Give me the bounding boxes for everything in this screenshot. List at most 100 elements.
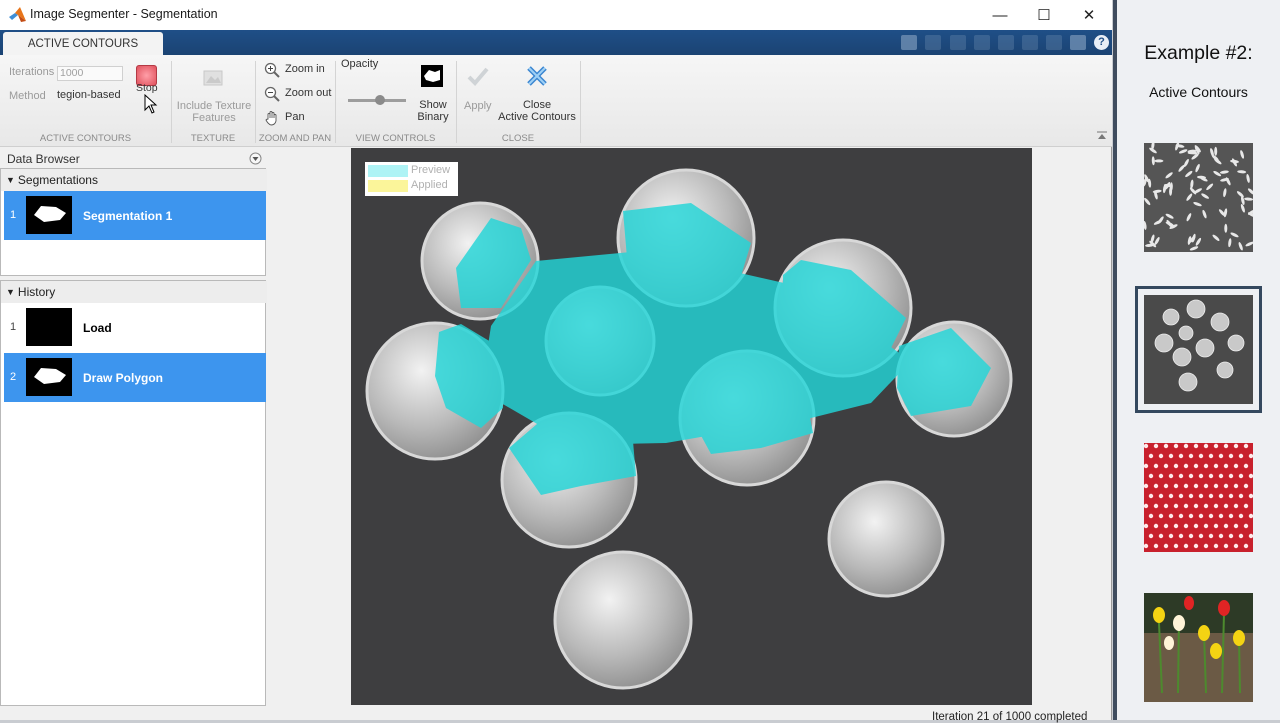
polka-dot: [1243, 503, 1249, 509]
polka-dot: [1183, 443, 1189, 449]
polka-dot: [1153, 463, 1159, 469]
close-window-button[interactable]: ✕: [1066, 0, 1112, 30]
polka-dot: [1148, 453, 1154, 459]
polka-dot: [1144, 543, 1149, 549]
show-binary-button[interactable]: Show Binary: [410, 99, 456, 123]
group-label-zoom-pan: ZOOM AND PAN: [258, 133, 332, 144]
polka-dot: [1193, 463, 1199, 469]
overlay-legend: Preview Applied: [365, 162, 458, 196]
example-subheading: Active Contours: [1149, 84, 1248, 100]
help-icon[interactable]: ?: [1094, 35, 1109, 50]
save-icon[interactable]: [925, 35, 941, 50]
polka-dot: [1228, 473, 1234, 479]
rice-thumbnail[interactable]: [1144, 143, 1253, 252]
polka-dot: [1144, 523, 1149, 529]
method-dropdown[interactable]: tegion-based: [57, 89, 121, 101]
tab-active-contours[interactable]: ACTIVE CONTOURS: [3, 32, 163, 55]
polka-dot: [1203, 523, 1209, 529]
polka-dot: [1238, 513, 1244, 519]
polka-dot: [1173, 543, 1179, 549]
polka-dot: [1163, 463, 1169, 469]
polka-dot: [1233, 523, 1239, 529]
polka-dot: [1233, 503, 1239, 509]
polka-dot: [1248, 473, 1253, 479]
polka-dot: [1188, 493, 1194, 499]
close-active-contours-button[interactable]: Close Active Contours: [494, 99, 580, 123]
image-canvas[interactable]: Preview Applied: [351, 148, 1032, 705]
segmentations-header[interactable]: ▼ Segmentations: [1, 169, 267, 191]
expand-triangle-icon: ▼: [6, 175, 15, 185]
polka-dot: [1193, 503, 1199, 509]
polka-dot: [1213, 523, 1219, 529]
polka-dot: [1183, 483, 1189, 489]
polka-dot: [1153, 523, 1159, 529]
maximize-button[interactable]: ☐: [1021, 0, 1067, 30]
polka-dot: [1188, 453, 1194, 459]
polka-dot: [1228, 513, 1234, 519]
polka-dot: [1238, 453, 1244, 459]
polka-dot: [1153, 443, 1159, 449]
preview-legend-label: Preview: [411, 164, 451, 176]
pan-label: Pan: [285, 111, 305, 123]
polka-dot: [1148, 493, 1154, 499]
image-segmenter-window: Image Segmenter - Segmentation — ☐ ✕ ACT…: [0, 0, 1112, 723]
include-texture-button[interactable]: Include Texture Features: [174, 100, 254, 124]
redo-icon[interactable]: [1046, 35, 1062, 50]
history-label: Draw Polygon: [83, 371, 164, 385]
polka-dot: [1238, 533, 1244, 539]
polka-dot: [1168, 453, 1174, 459]
polka-dot: [1213, 503, 1219, 509]
apply-button[interactable]: Apply: [464, 100, 492, 112]
polka-dot: [1153, 503, 1159, 509]
polka-dot: [1223, 523, 1229, 529]
history-label: Load: [83, 321, 112, 335]
polka-dot: [1213, 443, 1219, 449]
opacity-slider-knob[interactable]: [374, 95, 385, 105]
show-binary-icon: [421, 65, 443, 87]
polka-dot: [1243, 543, 1249, 549]
polka-dot: [1243, 443, 1249, 449]
polka-dot: [1153, 543, 1159, 549]
polka-dot: [1208, 453, 1214, 459]
collapse-ribbon-icon[interactable]: [1097, 130, 1107, 140]
show-binary-label-1: Show: [419, 99, 447, 111]
cut-icon[interactable]: [950, 35, 966, 50]
iterations-input[interactable]: 1000: [57, 66, 123, 81]
close-ac-label-2: Active Contours: [498, 111, 576, 123]
data-browser-menu-icon[interactable]: [249, 152, 262, 165]
polka-dot: [1223, 463, 1229, 469]
paste-icon[interactable]: [998, 35, 1014, 50]
history-item[interactable]: 1 Load: [4, 303, 266, 352]
group-label-view-controls: VIEW CONTROLS: [355, 133, 436, 144]
polka-dot: [1248, 493, 1253, 499]
iterations-label: Iterations: [9, 66, 55, 78]
undo-icon[interactable]: [1022, 35, 1038, 50]
quick-access-icon[interactable]: [901, 35, 917, 50]
polka-dot: [1168, 473, 1174, 479]
minimize-button[interactable]: —: [977, 0, 1023, 30]
row-number: 1: [10, 321, 17, 333]
polka-dot-thumbnail[interactable]: [1144, 443, 1253, 552]
ribbon: Iterations 1000 Method tegion-based Stop…: [0, 55, 1112, 147]
polka-dot: [1208, 513, 1214, 519]
history-header[interactable]: ▼ History: [1, 281, 267, 303]
polka-dot: [1144, 443, 1149, 449]
preview-swatch: [368, 165, 408, 177]
layout-icon[interactable]: [1070, 35, 1086, 50]
segmentation-item[interactable]: 1 Segmentation 1: [4, 191, 266, 240]
coins-thumbnail[interactable]: [1135, 286, 1262, 413]
toolstrip-tabs: ACTIVE CONTOURS: [0, 30, 1112, 55]
history-item[interactable]: 2 Draw Polygon: [4, 353, 266, 402]
copy-icon[interactable]: [974, 35, 990, 50]
polka-dot: [1218, 453, 1224, 459]
polka-dot: [1213, 463, 1219, 469]
polka-dot: [1248, 513, 1253, 519]
tulips-thumbnail[interactable]: [1144, 593, 1253, 702]
polka-dot: [1148, 513, 1154, 519]
coins-image: [351, 148, 1032, 705]
polka-dot: [1213, 543, 1219, 549]
example-sidebar: Example #2: Active Contours: [1113, 0, 1280, 720]
zoom-in-label: Zoom in: [285, 63, 325, 75]
apply-checkmark-icon: [467, 67, 489, 86]
polka-dot: [1243, 483, 1249, 489]
